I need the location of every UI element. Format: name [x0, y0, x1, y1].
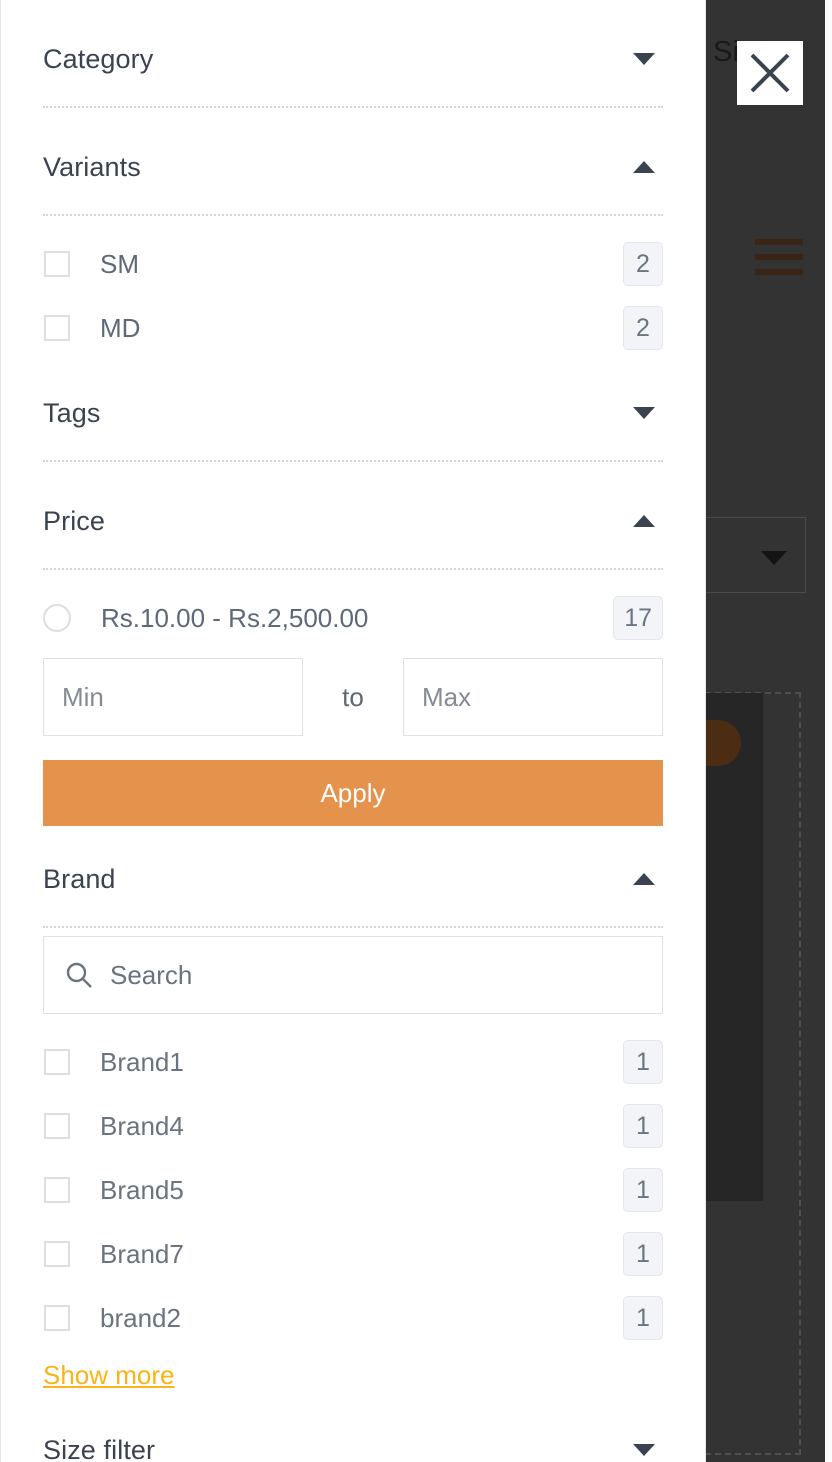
- checkbox[interactable]: [44, 1177, 70, 1203]
- section-title: Price: [43, 506, 105, 537]
- section-title: Category: [43, 44, 153, 75]
- section-title: Tags: [43, 398, 100, 429]
- price-min-input[interactable]: [43, 658, 303, 736]
- chevron-down-icon: [633, 53, 655, 65]
- option-count: 1: [623, 1040, 663, 1084]
- hamburger-bar: [755, 254, 803, 260]
- section-header-variants[interactable]: Variants: [43, 136, 663, 198]
- section-header-tags[interactable]: Tags: [43, 382, 663, 444]
- product-card[interactable]: [705, 693, 763, 1201]
- section-header-brand[interactable]: Brand: [43, 848, 663, 910]
- option-label: MD: [100, 313, 623, 344]
- page-backdrop-overlay[interactable]: Sig Sale: [705, 0, 825, 1462]
- hamburger-icon[interactable]: [755, 239, 803, 275]
- price-to-label: to: [303, 682, 403, 713]
- price-max-input[interactable]: [403, 658, 663, 736]
- checkbox[interactable]: [44, 251, 70, 277]
- brand-search-input[interactable]: [110, 960, 662, 991]
- option-count: 1: [623, 1168, 663, 1212]
- option-count: 1: [623, 1232, 663, 1276]
- chevron-up-icon: [633, 515, 655, 527]
- hamburger-bar: [755, 239, 803, 245]
- checkbox[interactable]: [44, 1049, 70, 1075]
- section-title: Variants: [43, 152, 141, 183]
- filter-option-brand5[interactable]: Brand5 1: [43, 1158, 663, 1222]
- chevron-down-icon: [633, 407, 655, 419]
- page-right-edge: [825, 0, 832, 1462]
- filter-option-brand7[interactable]: Brand7 1: [43, 1222, 663, 1286]
- checkbox[interactable]: [44, 315, 70, 341]
- option-label: SM: [100, 249, 623, 280]
- option-count: 1: [623, 1104, 663, 1148]
- close-drawer-button[interactable]: [737, 41, 803, 105]
- option-label: Brand4: [100, 1111, 623, 1142]
- section-header-category[interactable]: Category: [43, 28, 663, 90]
- close-icon: [747, 50, 793, 96]
- option-count: 2: [623, 306, 663, 350]
- search-icon: [64, 960, 94, 990]
- brand-search-field[interactable]: [43, 936, 663, 1014]
- apply-button[interactable]: Apply: [43, 760, 663, 826]
- filter-drawer: Category Variants SM 2 MD 2 Tags: [0, 0, 706, 1462]
- filter-option-brand2[interactable]: brand2 1: [43, 1286, 663, 1350]
- filter-option-brand4[interactable]: Brand4 1: [43, 1094, 663, 1158]
- price-range-inputs: to: [43, 658, 663, 736]
- option-label: Brand5: [100, 1175, 623, 1206]
- checkbox[interactable]: [44, 1241, 70, 1267]
- filter-drawer-screen: Sig Sale Category Vari: [0, 0, 832, 1462]
- checkbox[interactable]: [44, 1305, 70, 1331]
- chevron-down-icon: [761, 551, 787, 565]
- filter-option-sm[interactable]: SM 2: [43, 232, 663, 296]
- chevron-up-icon: [633, 161, 655, 173]
- chevron-down-icon: [633, 1444, 655, 1456]
- option-count: 2: [623, 242, 663, 286]
- option-count: 1: [623, 1296, 663, 1340]
- section-header-price[interactable]: Price: [43, 490, 663, 552]
- show-more-link[interactable]: Show more: [43, 1360, 175, 1391]
- option-label: Brand1: [100, 1047, 623, 1078]
- section-title: Brand: [43, 864, 116, 895]
- filter-option-md[interactable]: MD 2: [43, 296, 663, 360]
- option-count: 17: [613, 596, 663, 640]
- filter-option-brand1[interactable]: Brand1 1: [43, 1030, 663, 1094]
- chevron-up-icon: [633, 873, 655, 885]
- option-label: brand2: [100, 1303, 623, 1334]
- option-label: Brand7: [100, 1239, 623, 1270]
- sort-select[interactable]: [705, 517, 806, 593]
- section-divider: [43, 926, 663, 928]
- checkbox[interactable]: [44, 1113, 70, 1139]
- hamburger-bar: [755, 269, 803, 275]
- filter-option-price-range[interactable]: Rs.10.00 - Rs.2,500.00 17: [43, 586, 663, 650]
- radio-button[interactable]: [43, 604, 71, 632]
- section-title: Size filter: [43, 1435, 155, 1462]
- option-label: Rs.10.00 - Rs.2,500.00: [101, 603, 613, 634]
- section-header-size-filter[interactable]: Size filter: [43, 1419, 663, 1462]
